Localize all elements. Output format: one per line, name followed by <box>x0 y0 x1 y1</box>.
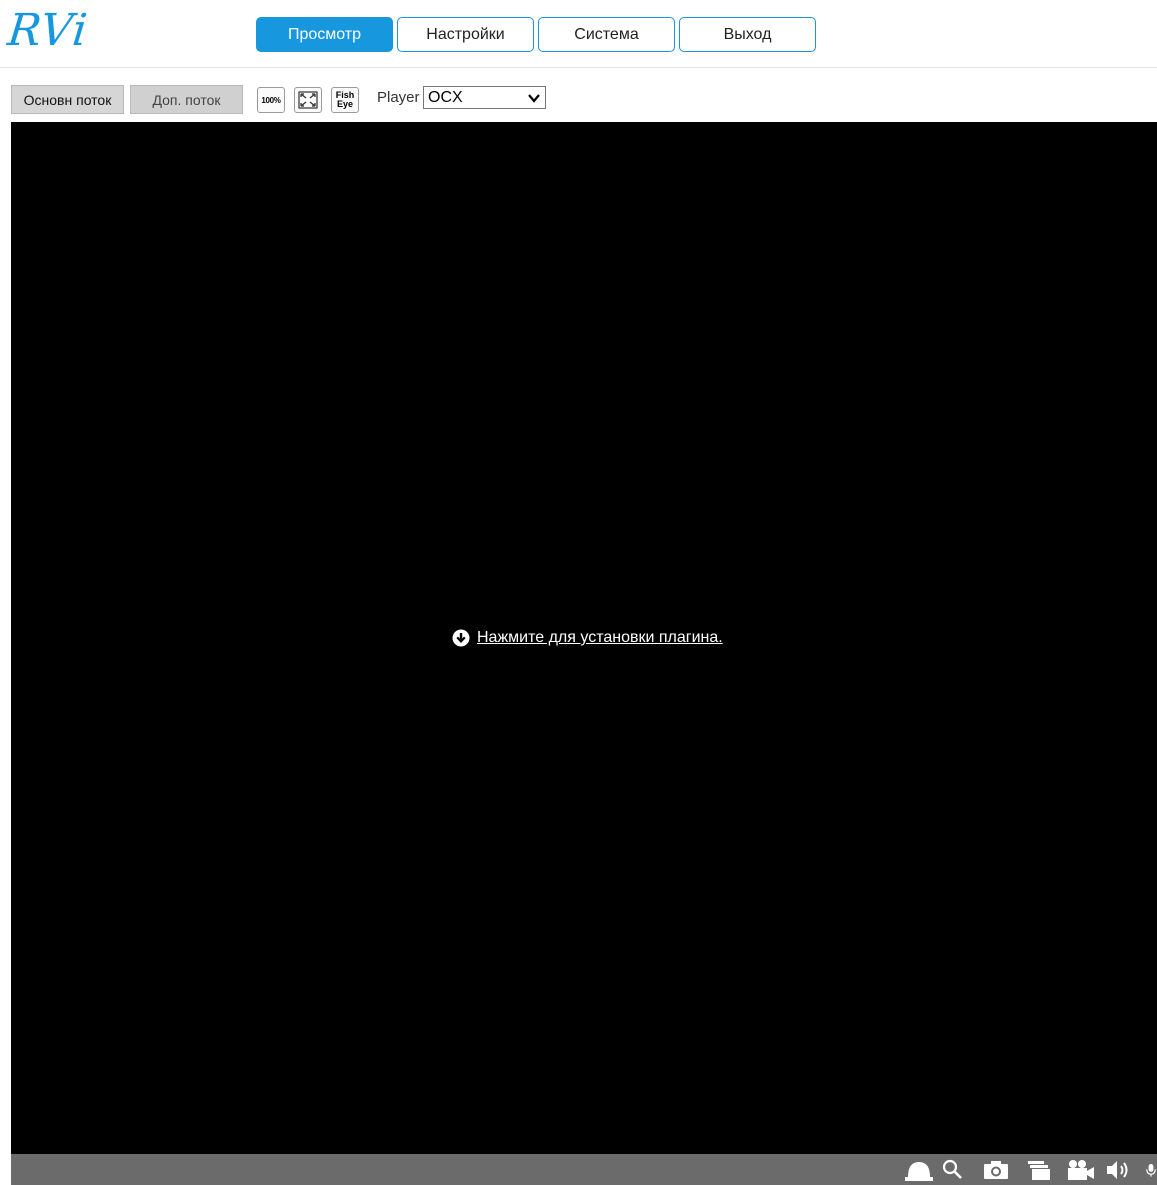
rvi-logo[interactable]: RVi <box>5 5 90 56</box>
install-plugin-text: Нажмите для установки плагина. <box>477 629 723 646</box>
player-selected-value: OCX <box>428 88 463 106</box>
fullscreen-icon <box>298 91 318 109</box>
tab-system[interactable]: Система <box>538 17 675 52</box>
install-plugin-link[interactable]: Нажмите для установки плагина. <box>452 627 723 649</box>
fullscreen-button[interactable] <box>294 87 322 113</box>
audio-button[interactable] <box>1103 1158 1133 1182</box>
tab-settings[interactable]: Настройки <box>397 17 534 52</box>
fisheye-button[interactable]: Fish Eye <box>331 87 359 113</box>
multi-window-icon <box>1028 1161 1050 1180</box>
video-control-bar <box>11 1154 1157 1185</box>
zoom-100-button[interactable]: 100% <box>257 87 285 113</box>
player-label: Player <box>377 89 420 106</box>
player-select[interactable]: OCX <box>423 86 546 109</box>
tab-logout[interactable]: Выход <box>679 17 816 52</box>
header: RVi Просмотр Настройки Система Выход <box>0 0 1157 68</box>
alarm-button[interactable] <box>902 1158 936 1182</box>
video-viewport: Нажмите для установки плагина. <box>11 122 1157 1154</box>
digital-zoom-button[interactable] <box>940 1158 966 1182</box>
sub-stream-button[interactable]: Доп. поток <box>130 85 243 114</box>
main-stream-button[interactable]: Основн поток <box>11 85 124 114</box>
speaker-icon <box>1107 1161 1128 1179</box>
tab-view[interactable]: Просмотр <box>256 17 393 52</box>
multi-window-button[interactable] <box>1024 1158 1054 1182</box>
main-nav: Просмотр Настройки Система Выход <box>256 17 820 52</box>
zoom-100-label: 100% <box>261 95 281 105</box>
snapshot-button[interactable] <box>981 1158 1011 1182</box>
record-button[interactable] <box>1063 1158 1097 1182</box>
microphone-icon <box>1146 1164 1156 1177</box>
download-circle-icon <box>452 629 470 647</box>
talk-button[interactable] <box>1145 1158 1157 1182</box>
fisheye-label-line2: Eye <box>336 99 353 109</box>
alarm-bell-icon <box>905 1162 933 1181</box>
zoom-search-icon <box>942 1159 962 1179</box>
record-video-icon <box>1068 1160 1094 1180</box>
chevron-down-icon <box>528 94 540 103</box>
live-toolbar: Основн поток Доп. поток 100% Fish Eye Pl… <box>11 84 1151 115</box>
snapshot-camera-icon <box>984 1161 1008 1179</box>
